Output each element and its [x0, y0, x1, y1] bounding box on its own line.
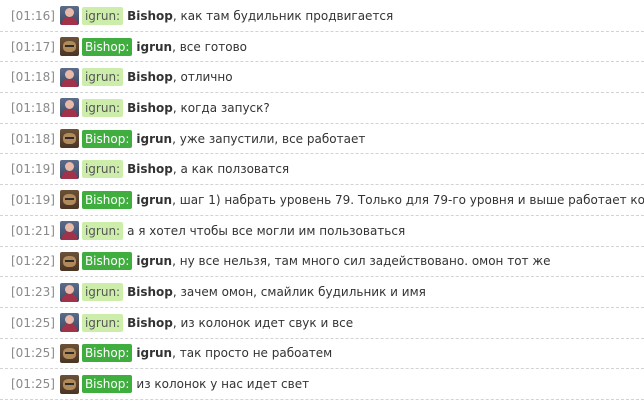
chat-message: [01:23] igrun: Bishop, зачем омон, смайлик…	[0, 277, 644, 308]
author-name[interactable]: igrun:	[81, 313, 124, 332]
addressee-name[interactable]: Bishop	[127, 101, 173, 115]
message-body: , так просто не рабоатем	[172, 346, 333, 361]
user-avatar-icon[interactable]	[59, 159, 79, 179]
addressee-name[interactable]: Bishop	[127, 316, 173, 330]
addressee-name[interactable]: Bishop	[127, 162, 173, 176]
author-name[interactable]: igrun:	[81, 160, 124, 179]
chat-message: [01:25] igrun: Bishop, из колонок идет сву…	[0, 308, 644, 339]
message-body: , отлично	[172, 70, 233, 85]
addressee-name[interactable]: igrun	[136, 193, 172, 207]
author-name[interactable]: igrun:	[81, 221, 124, 240]
message-timestamp: [01:22]	[11, 254, 55, 269]
message-timestamp: [01:18]	[11, 100, 55, 115]
user-avatar-icon[interactable]	[59, 251, 79, 271]
message-timestamp: [01:25]	[11, 315, 55, 330]
chat-message: [01:25] Bishop: igrun, так просто не рабоа…	[0, 339, 644, 370]
message-body: , а как ползоватся	[172, 162, 290, 177]
message-text: igrun, уже запустили, все работает	[136, 132, 365, 146]
user-avatar-icon[interactable]	[59, 221, 79, 241]
message-timestamp: [01:18]	[11, 131, 55, 146]
message-timestamp: [01:21]	[11, 223, 55, 238]
chat-message: [01:17] Bishop: igrun, все готово	[0, 32, 644, 63]
message-text: Bishop, когда запуск?	[127, 101, 270, 115]
message-text: Bishop, зачем омон, смайлик будильник и …	[127, 285, 426, 299]
addressee-name[interactable]: Bishop	[127, 9, 173, 23]
user-avatar-icon[interactable]	[59, 282, 79, 302]
author-name[interactable]: igrun:	[81, 68, 124, 87]
message-body: , как там будильник продвигается	[172, 8, 394, 23]
chat-message: [01:18] igrun: Bishop, отлично	[0, 62, 644, 94]
message-body: , ну все нельзя, там много сил задейство…	[172, 254, 551, 269]
user-avatar-icon[interactable]	[59, 37, 79, 57]
author-name[interactable]: Bishop:	[81, 129, 133, 148]
message-timestamp: [01:23]	[11, 285, 55, 300]
addressee-name[interactable]: igrun	[136, 132, 172, 146]
chat-message: [01:18] Bishop: igrun, уже запустили, все …	[0, 124, 644, 155]
author-name[interactable]: igrun:	[81, 283, 124, 302]
message-body: , когда запуск?	[172, 100, 270, 115]
user-avatar-icon[interactable]	[59, 343, 79, 363]
message-text: Bishop, из колонок идет свук и все	[127, 316, 353, 330]
user-avatar-icon[interactable]	[59, 129, 79, 149]
message-text: igrun, все готово	[136, 40, 247, 54]
addressee-name[interactable]: Bishop	[127, 70, 173, 84]
chat-log: [01:16] igrun: Bishop, как там будильник п…	[0, 0, 644, 407]
message-body: , все готово	[172, 39, 247, 54]
author-name[interactable]: Bishop:	[81, 37, 133, 56]
message-text: Bishop, отлично	[127, 70, 233, 84]
author-name[interactable]: igrun:	[81, 6, 124, 25]
message-body: , уже запустили, все работает	[172, 131, 366, 146]
chat-message: [01:19] igrun: Bishop, а как ползоватся	[0, 154, 644, 186]
message-timestamp: [01:19]	[11, 162, 55, 177]
message-body: а я хотел чтобы все могли им пользоватьс…	[127, 223, 406, 238]
message-text: Bishop, а как ползоватся	[127, 162, 289, 176]
user-avatar-icon[interactable]	[59, 67, 79, 87]
addressee-name[interactable]: igrun	[136, 254, 172, 268]
user-avatar-icon[interactable]	[59, 98, 79, 118]
message-body: , зачем омон, смайлик будильник и имя	[172, 285, 426, 300]
message-text: Bishop, как там будильник продвигается	[127, 9, 393, 23]
message-text: igrun, шаг 1) набрать уровень 79. Только…	[136, 193, 644, 207]
user-avatar-icon[interactable]	[59, 190, 79, 210]
message-timestamp: [01:25]	[11, 377, 55, 392]
chat-message: [01:16] igrun: Bishop, как там будильник п…	[0, 1, 644, 32]
chat-message: [01:25] Bishop: из колонок у нас идет свет	[0, 369, 644, 400]
author-name[interactable]: igrun:	[81, 98, 124, 117]
author-name[interactable]: Bishop:	[81, 190, 133, 209]
author-name[interactable]: Bishop:	[81, 344, 133, 363]
author-name[interactable]: Bishop:	[81, 252, 133, 271]
user-avatar-icon[interactable]	[59, 313, 79, 333]
message-body: , из колонок идет свук и все	[172, 315, 354, 330]
message-text: igrun, ну все нельзя, там много сил заде…	[136, 254, 550, 268]
message-timestamp: [01:16]	[11, 8, 55, 23]
user-avatar-icon[interactable]	[59, 6, 79, 26]
message-text: igrun, так просто не рабоатем	[136, 346, 332, 360]
user-avatar-icon[interactable]	[59, 374, 79, 394]
chat-message: [01:18] igrun: Bishop, когда запуск?	[0, 93, 644, 124]
message-text: а я хотел чтобы все могли им пользоватьс…	[127, 224, 405, 238]
addressee-name[interactable]: igrun	[136, 40, 172, 54]
addressee-name[interactable]: Bishop	[127, 285, 173, 299]
message-body: , шаг 1) набрать уровень 79. Только для …	[172, 192, 644, 207]
chat-message: [01:22] Bishop: igrun, ну все нельзя, там …	[0, 247, 644, 278]
message-timestamp: [01:25]	[11, 346, 55, 361]
message-text: из колонок у нас идет свет	[136, 377, 309, 391]
chat-message: [01:21] igrun: а я хотел чтобы все могли и…	[0, 216, 644, 247]
chat-message: [01:19] Bishop: igrun, шаг 1) набрать уров…	[0, 185, 644, 216]
message-timestamp: [01:17]	[11, 39, 55, 54]
author-name[interactable]: Bishop:	[81, 375, 133, 394]
addressee-name[interactable]: igrun	[136, 346, 172, 360]
message-timestamp: [01:19]	[11, 192, 55, 207]
message-timestamp: [01:18]	[11, 70, 55, 85]
message-body: из колонок у нас идет свет	[136, 377, 310, 392]
